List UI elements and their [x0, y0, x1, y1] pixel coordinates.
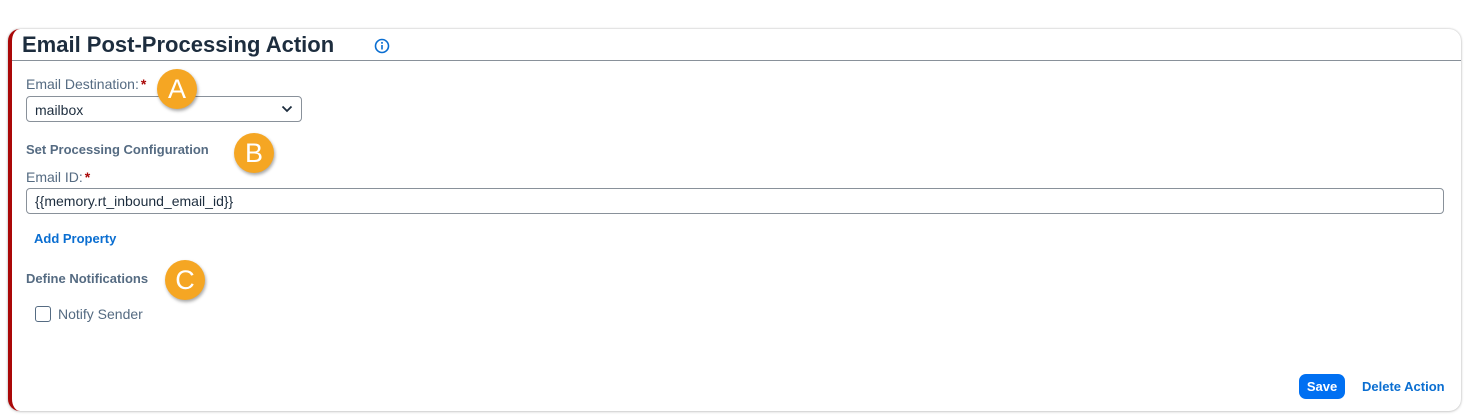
notify-sender-label[interactable]: Notify Sender [58, 306, 143, 322]
email-id-label-text: Email ID: [26, 169, 83, 185]
annotation-marker-a: A [157, 69, 197, 109]
add-property-link[interactable]: Add Property [34, 231, 116, 246]
card-title: Email Post-Processing Action [22, 32, 335, 57]
delete-action-link[interactable]: Delete Action [1362, 379, 1445, 394]
annotation-marker-c: C [165, 260, 205, 300]
card-header: Email Post-Processing Action [12, 29, 1461, 61]
required-asterisk: * [84, 169, 91, 185]
email-destination-label-text: Email Destination: [26, 76, 139, 92]
email-destination-selected-value: mailbox [35, 102, 84, 118]
email-id-label: Email ID: * [26, 169, 90, 185]
required-asterisk: * [140, 76, 147, 92]
info-icon[interactable] [374, 38, 390, 54]
email-destination-label: Email Destination: * [26, 76, 146, 92]
save-button[interactable]: Save [1299, 374, 1345, 399]
notify-sender-checkbox[interactable] [35, 306, 51, 322]
processing-section-title: Set Processing Configuration [26, 142, 209, 157]
chevron-down-icon [281, 105, 293, 113]
email-post-processing-card: Email Post-Processing Action Email Desti… [8, 29, 1461, 411]
notifications-section-title: Define Notifications [26, 271, 149, 286]
email-id-input[interactable] [26, 188, 1444, 214]
annotation-marker-b: B [234, 133, 274, 173]
